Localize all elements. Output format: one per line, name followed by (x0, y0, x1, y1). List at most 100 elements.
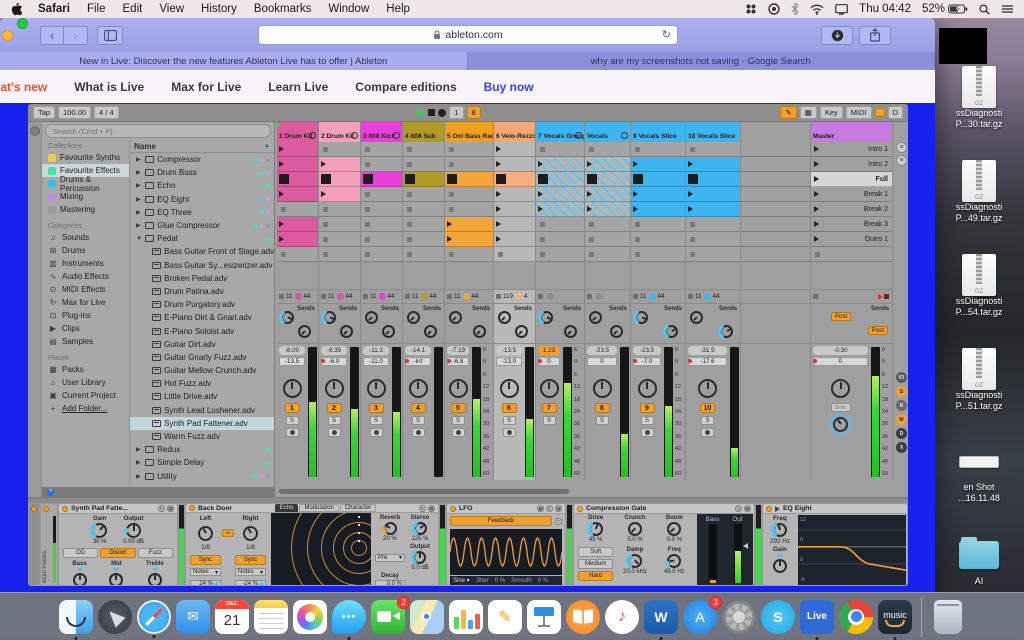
io-toggle-icon[interactable]: ≡ (896, 142, 907, 153)
clip-slot[interactable] (494, 247, 535, 262)
clip[interactable] (494, 157, 535, 172)
clip-slot[interactable] (277, 247, 318, 262)
send-b-knob[interactable] (564, 325, 577, 338)
nav-what-is-live[interactable]: What is Live (74, 80, 144, 94)
dock-item-finder[interactable] (59, 600, 93, 634)
send-b-knob[interactable] (340, 325, 353, 338)
horizontal-scrollbar[interactable] (279, 489, 569, 494)
share-button[interactable] (859, 26, 891, 45)
menu-edit[interactable]: Edit (123, 3, 143, 15)
track-activator[interactable]: 2 (327, 403, 342, 413)
clip[interactable] (277, 172, 318, 187)
solo-button[interactable]: S (596, 416, 609, 425)
hot-swap-icon[interactable]: ↻ (158, 505, 165, 512)
tree-folder[interactable]: ▶Redux (130, 443, 274, 456)
clip[interactable] (631, 187, 685, 202)
clip[interactable] (585, 202, 630, 217)
offset-left-field[interactable]: 24 % (190, 580, 221, 585)
mixer-toggle-icon[interactable]: ≡ (896, 155, 907, 166)
send-a-knob[interactable] (540, 311, 553, 324)
track-header[interactable]: 10 Vocals Slice (686, 122, 740, 142)
clock[interactable]: Thu 04:42 (859, 3, 911, 15)
sidebar-item-sounds[interactable]: ♫Sounds (42, 231, 129, 244)
draw-mode-icon[interactable]: ✎ (780, 106, 796, 119)
send-a-knob[interactable] (281, 311, 294, 324)
sidebar-item-clips[interactable]: ▶Clips (42, 322, 129, 335)
tree-file[interactable]: Synth Lead Lushener.adv (130, 404, 274, 417)
display-icon[interactable] (835, 4, 848, 15)
volume-field[interactable]: 0 (538, 357, 560, 366)
volume-field[interactable]: -13.5 (279, 357, 305, 366)
mode-od-button[interactable]: OD (63, 548, 98, 558)
menu-safari[interactable]: Safari (38, 3, 70, 15)
scene-slot[interactable]: Break 1 (811, 187, 892, 202)
clip-slot[interactable] (361, 217, 402, 232)
clip[interactable] (494, 142, 535, 157)
hot-swap-icon[interactable]: ↻ (419, 505, 426, 512)
pan-knob[interactable] (283, 379, 302, 398)
eq-freq-knob[interactable] (773, 523, 787, 537)
track-activator[interactable]: 8 (595, 403, 610, 413)
menu-view[interactable]: View (159, 3, 184, 15)
clip[interactable] (277, 142, 318, 157)
battery-indicator[interactable]: 52% (922, 3, 968, 15)
clip-slot[interactable] (319, 202, 360, 217)
clip-slot[interactable] (403, 187, 444, 202)
clip-slot[interactable] (631, 142, 685, 157)
tree-file[interactable]: Broken Pedal.adv (130, 272, 274, 285)
clip-slot[interactable] (319, 247, 360, 262)
sidebar-item-drums[interactable]: ⊞Drums (42, 244, 129, 257)
solo-button[interactable]: S (328, 416, 341, 425)
clip-slot[interactable] (319, 217, 360, 232)
zoom-button[interactable] (17, 18, 28, 29)
clip-slot[interactable] (319, 232, 360, 247)
bluetooth-icon[interactable] (791, 3, 799, 15)
sidebar-item-current-project[interactable]: ▣Current Project (42, 389, 129, 402)
tree-file[interactable]: Hot Fuzz.adv (130, 377, 274, 390)
sidebar-button[interactable] (97, 26, 123, 45)
apple-menu[interactable] (10, 3, 22, 16)
clip[interactable] (536, 172, 584, 187)
clip[interactable] (585, 172, 630, 187)
notes-right-dropdown[interactable]: Notes▾ (235, 568, 266, 576)
pre-dropdown[interactable]: Pre▾ (375, 554, 405, 562)
midi-map-button[interactable]: MIDI (846, 106, 872, 119)
gate-freq-knob[interactable] (667, 554, 681, 568)
rail-m-button[interactable]: M (896, 414, 907, 425)
app-status-icon[interactable] (745, 3, 757, 15)
reverb-knob[interactable] (384, 522, 397, 535)
dock-item-keynote[interactable] (527, 600, 561, 634)
device-activator-icon[interactable] (450, 506, 456, 512)
tree-folder[interactable]: ▶Drum Buss (130, 166, 274, 179)
clip-slot[interactable] (403, 232, 444, 247)
clip[interactable] (494, 217, 535, 232)
menu-help[interactable]: Help (386, 3, 410, 15)
track-activator[interactable]: 4 (411, 403, 426, 413)
time-signature[interactable]: 4 / 4 (94, 106, 119, 119)
clip[interactable] (536, 187, 584, 202)
sidebar-item-favourite-synths[interactable]: Favourite Synths (42, 151, 129, 164)
tree-file[interactable]: Guitar Mellow Crunch.adv (130, 364, 274, 377)
hot-swap-icon[interactable]: ↻ (546, 505, 553, 512)
volume-field[interactable]: -6.8 (447, 357, 469, 366)
tab-modulation[interactable]: Modulation (299, 504, 338, 512)
sidebar-item-midi-effects[interactable]: ⊙MIDI Effects (42, 283, 129, 296)
clip[interactable] (686, 172, 740, 187)
send-a-knob[interactable] (498, 311, 511, 324)
clip-slot[interactable] (631, 232, 685, 247)
map-icon[interactable]: ▣ (537, 505, 544, 512)
device-activator-icon[interactable] (766, 506, 772, 512)
clip[interactable] (686, 157, 740, 172)
device-activator-icon[interactable] (577, 506, 583, 512)
volume-field[interactable]: -17.6 (688, 357, 727, 366)
sidebar-item-instruments[interactable]: ▥Instruments (42, 257, 129, 270)
tree-file[interactable]: Guitar Gnarly Fuzz.adv (130, 351, 274, 364)
sidebar-item-samples[interactable]: ▤Samples (42, 335, 129, 348)
sidebar-item-max-for-live[interactable]: ↻Max for Live (42, 296, 129, 309)
arm-button[interactable] (503, 428, 516, 437)
clip-slot[interactable] (403, 247, 444, 262)
pan-knob[interactable] (638, 379, 657, 398)
sync-right-button[interactable]: Sync (235, 555, 266, 565)
clip[interactable] (536, 157, 584, 172)
clip[interactable] (319, 157, 360, 172)
